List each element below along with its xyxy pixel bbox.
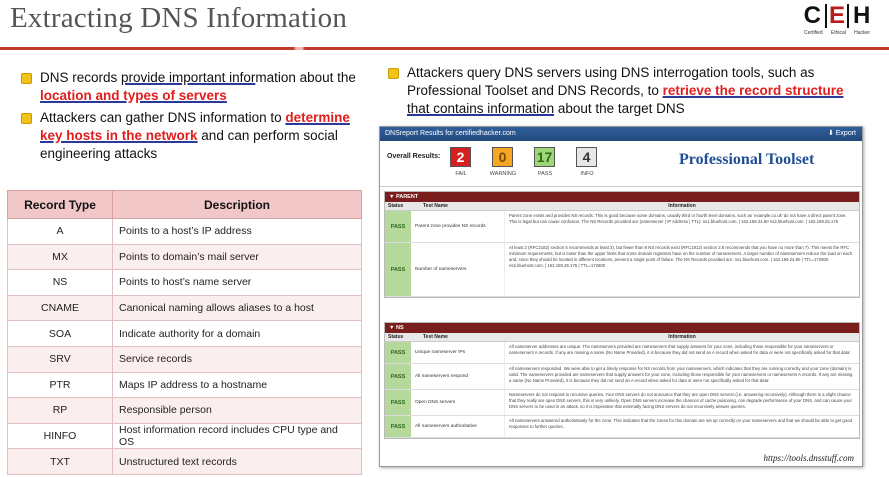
status-badge: PASS [385,243,411,296]
page-title: Extracting DNS Information [10,2,348,34]
result-count-fail: 2 [450,147,471,167]
section-header[interactable]: ▼ NS [385,323,859,333]
result-count-info: 4 [576,147,597,167]
record-type-cell: SRV [7,345,113,373]
test-name: Unique nameserver IPs [411,342,505,363]
test-name: All nameservers authoritative [411,416,505,437]
report-header: DNSreport Results for certifiedhacker.co… [380,127,862,141]
result-label-pass: PASS [537,171,553,177]
report-row: PASS All nameservers authoritative All n… [385,416,859,438]
result-count-pass: 17 [534,147,555,167]
logo-sub-hacker: Hacker [854,30,870,36]
header-description: Description [112,190,362,219]
report-row: PASS Unique nameserver IPs All nameserve… [385,342,859,364]
record-type-cell: RP [7,397,113,424]
export-button[interactable]: ⬇ Export [828,127,856,141]
record-description-cell: Responsible person [112,397,362,424]
test-name: Number of nameservers [411,243,505,296]
col-information: Information [668,334,696,340]
record-description-cell: Points to host’s name server [112,269,362,296]
col-status: Status [388,203,404,209]
col-information: Information [668,203,696,209]
test-info: All nameservers answered authoritatively… [509,418,852,429]
report-row: PASS Open DNS servers Nameservers do not… [385,390,859,416]
logo-letter-c: C [803,2,821,29]
record-description-cell: Points to domain’s mail server [112,243,362,271]
col-test-name: Test Name [423,334,448,340]
logo-sub-certified: Certified [804,30,823,36]
record-description-cell: Unstructured text records [112,448,362,475]
bullet-attackers-gather: Attackers can gather DNS information to … [18,109,363,163]
bullet-dns-records: DNS records provide important informatio… [18,69,363,105]
test-name: Open DNS servers [411,390,505,415]
result-label-warning: WARNING [489,171,517,177]
test-info: At least 2 (RFC2182) section 5 recommend… [509,245,853,268]
table-row: NS Points to host’s name server [7,269,362,296]
record-type-cell: TXT [7,448,113,475]
professional-toolset-brand: Professional Toolset [679,151,815,168]
result-label-fail: FAIL [455,171,467,177]
record-type-cell: SOA [7,320,113,347]
table-row: HINFO Host information record includes C… [7,422,362,450]
test-info: All nameservers responded. We were able … [509,366,853,383]
section-columns: Status Test Name Information [385,333,859,342]
record-description-cell: Host information record includes CPU typ… [112,422,362,450]
logo-letter-e: E [825,4,850,28]
dnsreport-screenshot: DNSreport Results for certifiedhacker.co… [379,126,863,467]
section-header[interactable]: ▼ PARENT [385,192,859,202]
logo-sub-ethical: Ethical [830,30,846,36]
header-record-type: Record Type [7,190,113,219]
result-count-warning: 0 [492,147,513,167]
test-info: Nameservers do not respond to recursive … [509,392,852,409]
status-badge: PASS [385,211,411,242]
section-columns: Status Test Name Information [385,202,859,211]
table-row: PTR Maps IP address to a hostname [7,371,362,399]
record-type-cell: MX [7,243,113,271]
table-row: RP Responsible person [7,397,362,424]
status-badge: PASS [385,416,411,437]
report-section-ns: ▼ NS Status Test Name Information PASS U… [384,322,860,439]
record-description-cell: Canonical naming allows aliases to a hos… [112,294,362,322]
ceh-logo: C E H Certified Ethical Hacker [802,4,872,42]
record-type-cell: NS [7,269,113,296]
record-description-cell: Maps IP address to a hostname [112,371,362,399]
report-section-parent: ▼ PARENT Status Test Name Information PA… [384,191,860,298]
right-bullet-list: Attackers query DNS servers using DNS in… [385,64,855,122]
report-row: PASS All nameservers respond All nameser… [385,364,859,390]
test-name: All nameservers respond [411,364,505,389]
overall-results: Overall Results: 2 FAIL 0 WARNING 17 PASS 4 INF… [380,141,862,187]
record-description-cell: Points to a host’s IP address [112,218,362,245]
test-info: All nameserver addresses are unique. The… [509,344,851,355]
table-row: TXT Unstructured text records [7,448,362,475]
dns-record-table: Record Type Description A Points to a ho… [7,190,362,475]
result-label-info: INFO [580,171,594,177]
record-description-cell: Indicate authority for a domain [112,320,362,347]
record-type-cell: HINFO [7,422,113,450]
status-badge: PASS [385,364,411,389]
overall-results-label: Overall Results: [387,153,441,160]
status-badge: PASS [385,342,411,363]
table-row: SOA Indicate authority for a domain [7,320,362,347]
report-row: PASS Number of nameservers At least 2 (R… [385,243,859,297]
test-info: Parent zone exists and provides NS recor… [509,213,847,224]
col-status: Status [388,334,404,340]
record-description-cell: Service records [112,345,362,373]
col-test-name: Test Name [423,203,448,209]
table-row: CNAME Canonical naming allows aliases to… [7,294,362,322]
left-bullet-list: DNS records provide important informatio… [18,69,363,167]
bullet-attackers-query: Attackers query DNS servers using DNS in… [385,64,855,118]
table-row: SRV Service records [7,345,362,373]
record-type-cell: CNAME [7,294,113,322]
table-row: MX Points to domain’s mail server [7,243,362,271]
record-type-cell: A [7,218,113,245]
logo-letter-h: H [853,2,871,29]
title-divider [0,47,889,50]
record-type-cell: PTR [7,371,113,399]
report-row: PASS Parent zone provides NS records Par… [385,211,859,243]
table-row: A Points to a host’s IP address [7,218,362,245]
status-badge: PASS [385,390,411,415]
test-name: Parent zone provides NS records [411,211,505,242]
source-url: https://tools.dnsstuff.com [761,453,856,463]
